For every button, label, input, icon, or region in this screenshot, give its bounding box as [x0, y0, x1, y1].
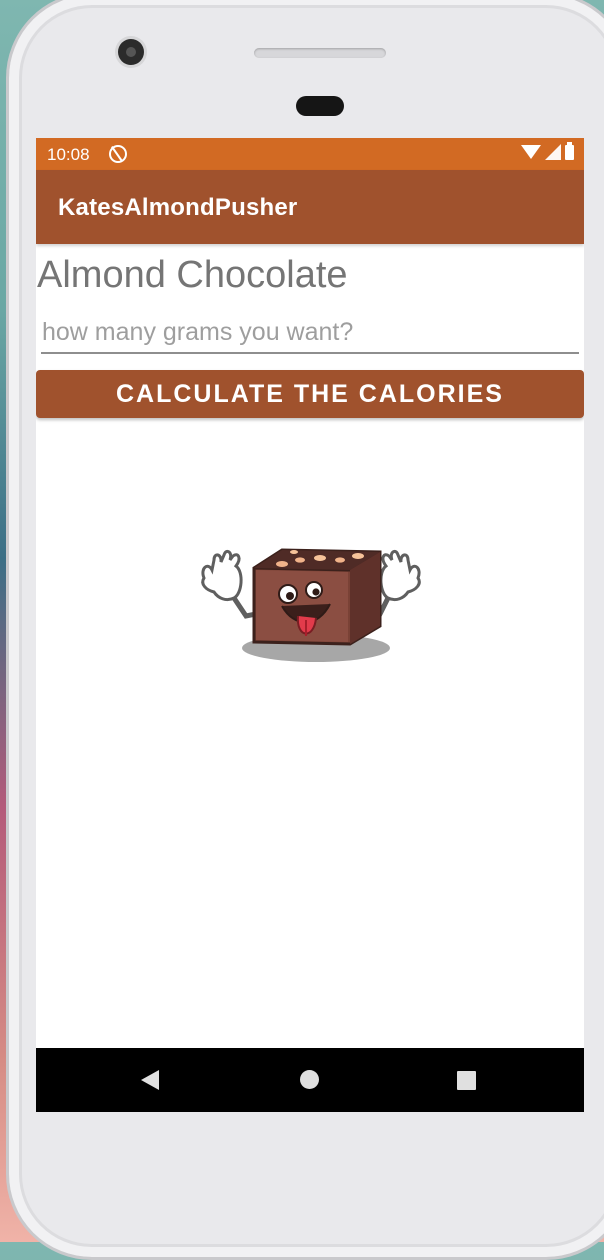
- home-icon[interactable]: [300, 1070, 319, 1089]
- status-time: 10:08: [47, 145, 90, 164]
- grams-input-container: [41, 314, 580, 354]
- grams-input[interactable]: [41, 314, 580, 350]
- proximity-sensor: [296, 96, 344, 116]
- app-notification-icon: [109, 145, 127, 163]
- app-screen: 10:08 KatesAlmondPusher Almond Chocolate…: [36, 138, 584, 1112]
- wifi-icon: [521, 145, 541, 159]
- battery-icon: [565, 141, 574, 160]
- app-bar: KatesAlmondPusher: [36, 170, 584, 244]
- calculate-calories-button[interactable]: CALCULATE THE CALORIES: [36, 370, 584, 418]
- earpiece-speaker: [254, 48, 386, 58]
- product-heading: Almond Chocolate: [37, 254, 348, 296]
- recents-icon[interactable]: [457, 1071, 476, 1090]
- system-navigation-bar: [36, 1048, 584, 1112]
- front-camera: [118, 39, 144, 65]
- chocolate-mascot-image: [201, 548, 421, 662]
- status-icons: [521, 141, 574, 160]
- status-bar: 10:08: [36, 138, 584, 170]
- back-icon[interactable]: [141, 1070, 159, 1090]
- signal-icon: [545, 144, 561, 160]
- app-title: KatesAlmondPusher: [58, 194, 298, 221]
